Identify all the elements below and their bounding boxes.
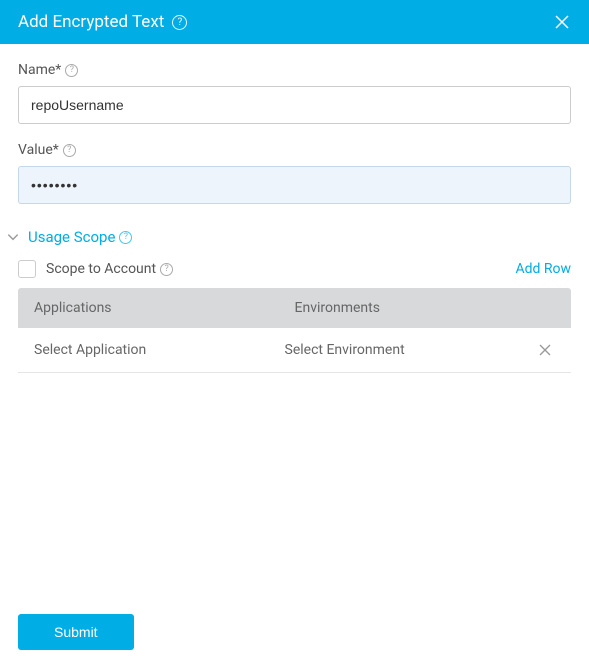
help-icon[interactable]: ? <box>160 263 173 276</box>
usage-scope-title-text: Usage Scope <box>28 228 115 246</box>
add-row-link[interactable]: Add Row <box>515 261 571 277</box>
scope-to-account-label: Scope to Account ? <box>46 261 173 277</box>
scope-to-account-label-text: Scope to Account <box>46 261 156 277</box>
value-label: Value* ? <box>18 142 571 158</box>
delete-row-icon[interactable] <box>535 344 555 356</box>
name-input[interactable] <box>18 86 571 124</box>
help-icon[interactable]: ? <box>65 64 78 77</box>
modal-title: Add Encrypted Text <box>18 12 164 32</box>
help-icon[interactable]: ? <box>63 144 76 157</box>
name-label: Name* ? <box>18 62 571 78</box>
usage-scope-title: Usage Scope ? <box>28 228 132 246</box>
value-label-text: Value* <box>18 142 59 158</box>
modal-footer: Submit <box>18 614 134 650</box>
table-row: Select Application Select Environment <box>18 328 571 373</box>
submit-button[interactable]: Submit <box>18 614 134 650</box>
value-input[interactable] <box>18 166 571 204</box>
environments-column-header: Environments <box>295 300 556 316</box>
value-field-group: Value* ? <box>18 142 571 204</box>
modal-header: Add Encrypted Text ? <box>0 0 589 44</box>
modal-title-wrap: Add Encrypted Text ? <box>18 12 187 32</box>
help-icon[interactable]: ? <box>172 15 187 30</box>
close-icon[interactable] <box>553 13 571 31</box>
name-label-text: Name* <box>18 62 61 78</box>
usage-scope-header[interactable]: Usage Scope ? <box>6 228 571 246</box>
select-environment-cell[interactable]: Select Environment <box>285 342 536 358</box>
scope-to-account-wrap: Scope to Account ? <box>18 260 173 278</box>
applications-column-header: Applications <box>34 300 295 316</box>
help-icon[interactable]: ? <box>119 231 132 244</box>
name-field-group: Name* ? <box>18 62 571 124</box>
modal-body: Name* ? Value* ? Usage Scope ? Scope to … <box>0 44 589 391</box>
chevron-down-icon <box>6 230 20 244</box>
table-header: Applications Environments <box>18 288 571 328</box>
scope-options-row: Scope to Account ? Add Row <box>18 260 571 278</box>
scope-to-account-checkbox[interactable] <box>18 260 36 278</box>
scope-table: Applications Environments Select Applica… <box>18 288 571 373</box>
select-application-cell[interactable]: Select Application <box>34 342 285 358</box>
